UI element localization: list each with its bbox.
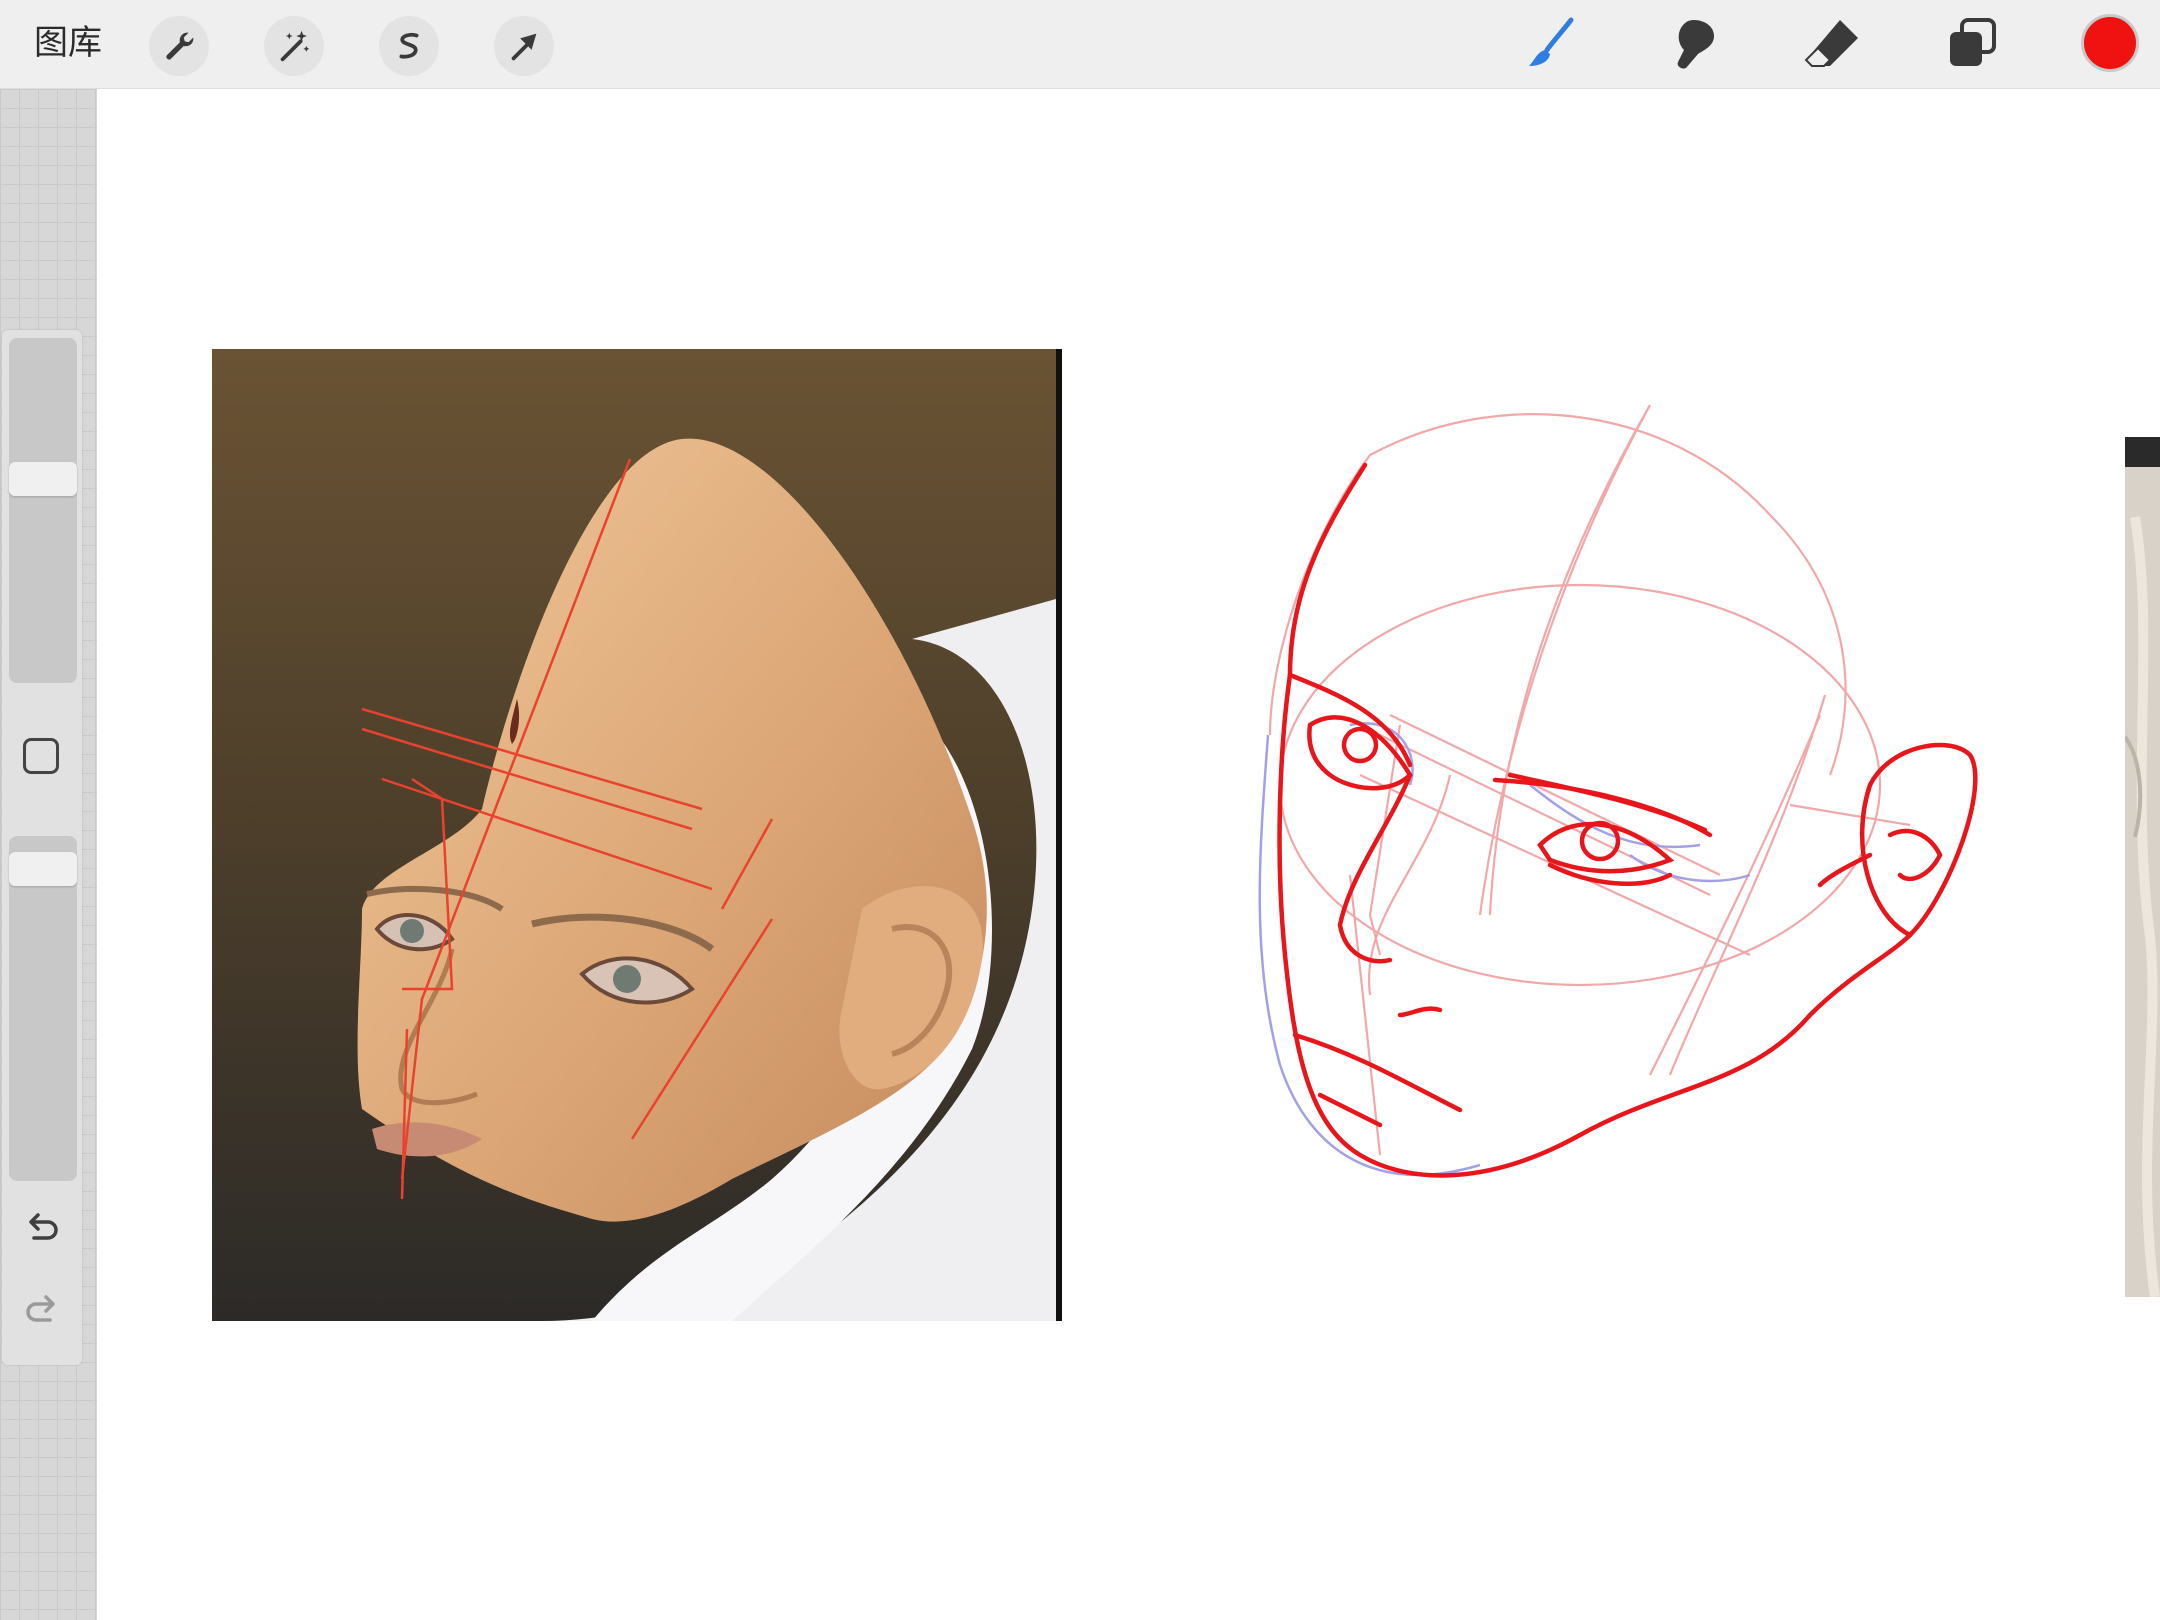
- selection-button[interactable]: [379, 16, 439, 76]
- color-swatch[interactable]: [2081, 14, 2139, 72]
- layers-tool[interactable]: [1940, 12, 2004, 76]
- layers-icon: [1950, 18, 1996, 66]
- adjustments-button[interactable]: [264, 16, 324, 76]
- opacity-handle[interactable]: [9, 852, 77, 886]
- magic-wand-icon: [280, 30, 310, 62]
- selection-icon: [399, 32, 419, 59]
- transform-arrow-icon: [511, 33, 537, 61]
- wrench-icon: [166, 32, 194, 60]
- opacity-slider[interactable]: [9, 836, 77, 1181]
- left-sidebar: [2, 330, 82, 1365]
- eraser-icon: [1804, 20, 1858, 67]
- brush-tool[interactable]: [1519, 12, 1583, 76]
- line-sketch: [1258, 404, 1978, 1178]
- undo-icon[interactable]: [22, 1206, 62, 1246]
- reference-photo: [212, 349, 1062, 1321]
- smudge-tool[interactable]: [1660, 12, 1724, 76]
- brush-size-slider[interactable]: [9, 338, 77, 683]
- gallery-button[interactable]: 图库: [34, 20, 102, 66]
- actions-button[interactable]: [149, 16, 209, 76]
- brush-size-handle[interactable]: [9, 462, 77, 496]
- transform-button[interactable]: [494, 16, 554, 76]
- eraser-tool[interactable]: [1800, 12, 1864, 76]
- top-toolbar: 图库: [0, 0, 2160, 89]
- modify-button[interactable]: [23, 738, 59, 774]
- smudge-icon: [1677, 20, 1714, 69]
- second-reference-photo: [2125, 437, 2160, 1297]
- redo-icon[interactable]: [22, 1288, 62, 1328]
- brush-icon: [1529, 17, 1574, 66]
